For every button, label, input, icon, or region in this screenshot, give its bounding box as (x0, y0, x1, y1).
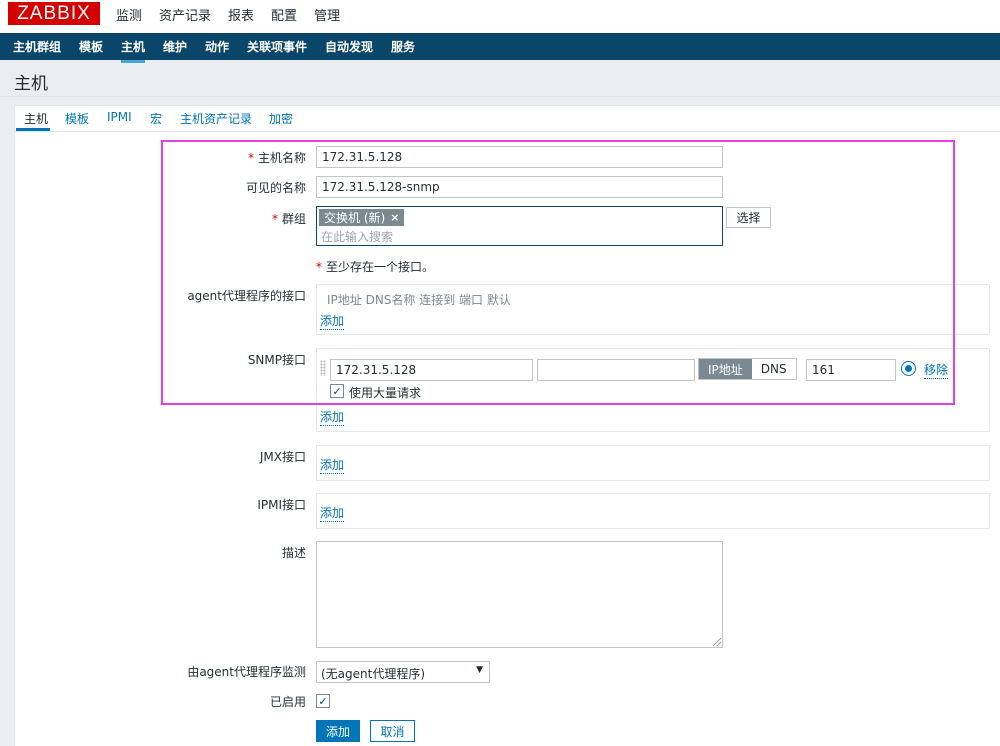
description-label: 描述 (281, 546, 306, 560)
jmx-interfaces-label: JMX接口 (259, 450, 306, 464)
groups-label: * 群组 (271, 212, 306, 226)
top-menu: 监测 资产记录 报表 配置 管理 (116, 5, 357, 24)
sub-menu-discovery[interactable]: 自动发现 (325, 38, 373, 55)
tab-host[interactable]: 主机 (24, 110, 48, 127)
tabs-divider (14, 131, 1000, 132)
snmp-ip-input[interactable]: 172.31.5.128 (330, 359, 533, 381)
required-marker: * (271, 212, 278, 226)
snmp-interfaces-label: SNMP接口 (247, 353, 306, 367)
host-name-input[interactable]: 172.31.5.128 (316, 146, 723, 168)
enabled-checkbox[interactable]: ✓ (316, 694, 330, 708)
tab-ipmi[interactable]: IPMI (107, 110, 132, 124)
host-name-label: * 主机名称 (247, 151, 306, 165)
description-textarea[interactable] (316, 541, 723, 648)
tab-encryption[interactable]: 加密 (269, 110, 293, 127)
select-groups-button[interactable]: 选择 (726, 207, 771, 228)
dropdown-arrow-icon: ▼ (476, 665, 483, 675)
ipmi-interfaces-label: IPMI接口 (257, 498, 306, 512)
top-menu-administration[interactable]: 管理 (314, 5, 340, 24)
add-agent-interface-link[interactable]: 添加 (320, 312, 345, 330)
add-ipmi-interface-link[interactable]: 添加 (320, 504, 345, 522)
sub-menu-host-groups[interactable]: 主机群组 (13, 38, 61, 55)
add-snmp-interface-link[interactable]: 添加 (320, 408, 345, 426)
sub-menu-maintenance[interactable]: 维护 (163, 38, 187, 55)
monitored-by-select[interactable]: (无agent代理程序) ▼ (316, 661, 490, 683)
visible-name-input[interactable]: 172.31.5.128-snmp (316, 176, 723, 198)
bulk-requests-checkbox[interactable]: ✓ (330, 384, 344, 398)
groups-multiselect[interactable]: 交换机 (新) × 在此输入搜索 (316, 206, 723, 246)
connect-dns-button[interactable]: DNS (751, 359, 796, 379)
sub-menu-hosts[interactable]: 主机 (121, 38, 146, 63)
add-jmx-interface-link[interactable]: 添加 (320, 456, 345, 474)
top-menu-inventory[interactable]: 资产记录 (159, 5, 211, 24)
top-bar: ZABBIX 监测 资产记录 报表 配置 管理 (0, 0, 1000, 33)
snmp-port-input[interactable]: 161 (806, 359, 896, 381)
top-menu-reports[interactable]: 报表 (228, 5, 254, 24)
group-chip-label: 交换机 (新) (324, 211, 386, 225)
top-menu-monitoring[interactable]: 监测 (116, 5, 142, 24)
remove-chip-icon[interactable]: × (390, 211, 399, 224)
zabbix-logo[interactable]: ZABBIX (8, 2, 100, 25)
drag-handle-icon[interactable] (320, 360, 326, 376)
cancel-button[interactable]: 取消 (370, 720, 415, 742)
sub-menu-actions[interactable]: 动作 (205, 38, 229, 55)
agent-interfaces-label: agent代理程序的接口 (187, 289, 306, 303)
tab-macros[interactable]: 宏 (150, 110, 162, 127)
agent-interfaces-box: IP地址 DNS名称 连接到 端口 默认 (316, 284, 990, 335)
top-menu-configuration[interactable]: 配置 (271, 5, 297, 24)
monitored-by-label: 由agent代理程序监测 (187, 665, 306, 679)
ipmi-interfaces-box (316, 493, 990, 529)
sub-menu-bar: 主机群组 模板 主机 维护 动作 关联项事件 自动发现 服务 (0, 33, 1000, 63)
enabled-label: 已启用 (269, 695, 306, 709)
resize-handle-icon[interactable] (713, 638, 721, 646)
connect-to-toggle: IP地址 DNS (698, 358, 797, 380)
jmx-interfaces-box (316, 445, 990, 481)
sub-menu-templates[interactable]: 模板 (79, 38, 103, 55)
page-title: 主机 (14, 74, 48, 94)
required-marker: * (247, 151, 254, 165)
title-divider (0, 96, 1000, 97)
bulk-requests-label: 使用大量请求 (349, 386, 422, 400)
groups-search-placeholder[interactable]: 在此输入搜索 (321, 228, 393, 245)
interface-table-header: IP地址 DNS名称 连接到 端口 默认 (327, 293, 511, 307)
sub-menu-event-correlation[interactable]: 关联项事件 (247, 38, 307, 55)
group-chip: 交换机 (新) × (319, 209, 405, 226)
default-interface-radio[interactable] (901, 361, 916, 376)
add-button[interactable]: 添加 (316, 720, 360, 742)
snmp-dns-input[interactable] (537, 359, 695, 381)
remove-interface-link[interactable]: 移除 (924, 361, 949, 379)
sub-menu-services[interactable]: 服务 (391, 38, 415, 55)
tab-inventory[interactable]: 主机资产记录 (180, 110, 252, 127)
interface-note: * 至少存在一个接口。 (316, 260, 435, 274)
connect-ip-button[interactable]: IP地址 (699, 359, 752, 379)
tab-templates[interactable]: 模板 (65, 110, 89, 127)
visible-name-label: 可见的名称 (245, 181, 306, 195)
